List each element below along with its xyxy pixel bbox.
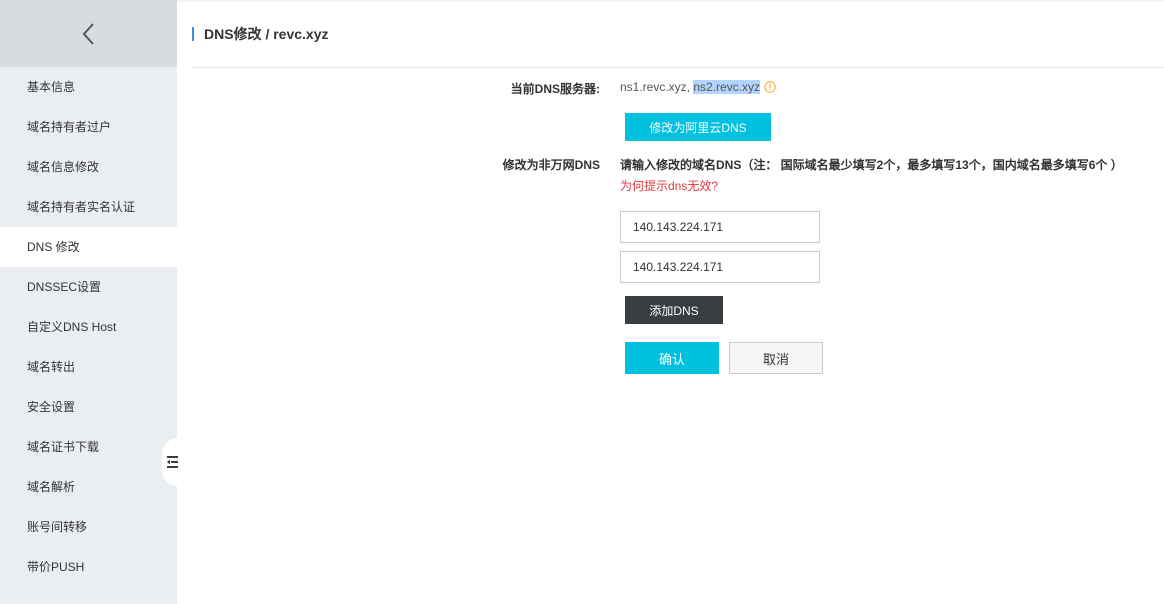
sidebar-item-holder-transfer[interactable]: 域名持有者过户 [0,107,177,147]
sidebar-item-custom-dns-host[interactable]: 自定义DNS Host [0,307,177,347]
current-dns-server-2: ns2.revc.xyz [693,80,761,94]
sidebar-collapse-handle[interactable] [162,438,179,486]
sidebar-item-certificate-download[interactable]: 域名证书下载 [0,427,177,467]
switch-to-aliyun-dns-button[interactable]: 修改为阿里云DNS [625,113,771,141]
collapse-sidebar-icon [167,456,178,468]
add-dns-button[interactable]: 添加DNS [625,296,723,324]
custom-dns-label: 修改为非万网DNS [502,158,600,172]
sidebar-item-realname-auth[interactable]: 域名持有者实名认证 [0,187,177,227]
sidebar-item-dnssec[interactable]: DNSSEC设置 [0,267,177,307]
sidebar-item-security[interactable]: 安全设置 [0,387,177,427]
page-header: DNS修改 / revc.xyz [192,18,329,50]
sidebar-item-price-push[interactable]: 带价PUSH [0,547,177,587]
current-dns-label: 当前DNS服务器: [510,82,600,96]
sidebar: 基本信息 域名持有者过户 域名信息修改 域名持有者实名认证 DNS 修改 DNS… [0,0,177,604]
title-accent-bar [192,27,194,41]
current-dns-servers: ns1.revc.xyz, ns2.revc.xyz [620,80,776,94]
sidebar-nav: 基本信息 域名持有者过户 域名信息修改 域名持有者实名认证 DNS 修改 DNS… [0,67,177,587]
dns-server-input-2[interactable] [620,251,820,283]
header-divider [192,67,1164,68]
cancel-button[interactable]: 取消 [729,342,823,374]
chevron-left-icon [82,22,94,45]
dns-invalid-help-link[interactable]: 为何提示dns无效? [620,177,718,194]
sidebar-item-info-modify[interactable]: 域名信息修改 [0,147,177,187]
dns-server-input-1[interactable] [620,211,820,243]
top-border [177,0,1164,2]
current-dns-server-1: ns1.revc.xyz, [620,80,694,94]
sidebar-item-basic-info[interactable]: 基本信息 [0,67,177,107]
sidebar-item-dns-modify[interactable]: DNS 修改 [0,227,177,267]
sidebar-item-account-transfer[interactable]: 账号间转移 [0,507,177,547]
sidebar-item-domain-transfer-out[interactable]: 域名转出 [0,347,177,387]
confirm-button[interactable]: 确认 [625,342,719,374]
page-title: DNS修改 / revc.xyz [204,26,329,42]
back-button[interactable] [0,0,177,67]
warning-icon[interactable] [764,81,776,93]
dns-input-hint: 请输入修改的域名DNS（注： 国际域名最少填写2个，最多填写13个，国内域名最多… [620,158,1123,172]
sidebar-item-domain-resolve[interactable]: 域名解析 [0,467,177,507]
